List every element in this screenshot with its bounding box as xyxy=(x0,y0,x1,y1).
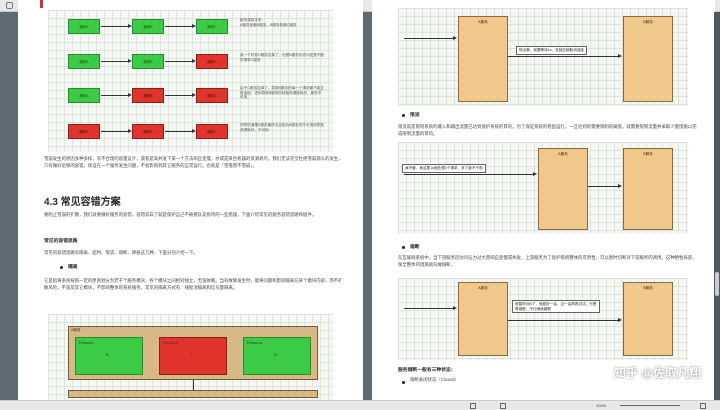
subtitle-ideas: 常见的容错思路 xyxy=(44,239,78,244)
bullet-isolation: 隔离 xyxy=(68,265,78,270)
scrollbar-thumb[interactable] xyxy=(715,272,719,296)
row2-service-c: 服务C xyxy=(196,54,228,69)
row4-note: 同样的道理A服务最终也会因为B服务的不可用而导致资源耗尽，不可用 xyxy=(240,123,324,132)
paragraph-break: 在互联网系统中，当下游服务因访问压力过大而响应变慢或失败，上游服务为了保护系统整… xyxy=(398,255,697,267)
row3-service-b: 服务B xyxy=(132,88,164,103)
menu-icon[interactable] xyxy=(6,2,13,9)
watermark: 知乎 @佐取凡翔 xyxy=(613,366,701,380)
breaker-service-a: A服务 xyxy=(458,282,508,356)
thread-b-box: Thread-b C xyxy=(159,337,227,375)
row4-service-a: 服务A xyxy=(68,124,100,139)
page-view-icon[interactable] xyxy=(470,403,476,409)
cascade-diagram: 服务A 服务B 服务C 服务调用关系： A服务依赖B服务，B服务依赖C服务 服务… xyxy=(48,10,333,152)
row4-service-b: 服务B xyxy=(132,124,164,139)
vertical-connector xyxy=(193,380,194,390)
zoom-slider[interactable] xyxy=(620,405,680,406)
timeout-label: 快点哦，我要等待1s，没回应就取消连接 xyxy=(516,46,587,55)
timeout-diagram: A服务 快点哦，我要等待1s，没回应就取消连接 B服务 xyxy=(398,8,688,106)
bullet-limit: 限流 xyxy=(410,113,420,118)
breaker-service-b: B服务 xyxy=(623,282,673,356)
status-bar: 100% xyxy=(0,400,720,410)
isolation-diagram: A服务 Thread-c B Thread-b C Thread-a D xyxy=(48,314,333,400)
row1-note: 服务调用关系： A服务依赖B服务，B服务依赖C服务 xyxy=(240,18,297,27)
row1-service-c: 服务C xyxy=(196,19,228,34)
row1-service-b: 服务B xyxy=(132,19,164,34)
row4-service-c: 服务C xyxy=(196,124,228,139)
timeout-service-a: A服务 xyxy=(458,16,508,102)
row3-note: 由于C服务挂掉了，导致B服务的每一个请求都不能正常返回，进而导致B服务的线程资源… xyxy=(240,86,325,100)
vertical-scrollbar[interactable] xyxy=(714,12,720,400)
thread-c-box: Thread-c B xyxy=(75,337,143,375)
thread-a-label: Thread-a xyxy=(246,340,263,345)
paragraph-limit: 限流就是限制系统的输入和输出流量已达到保护系统的目的。为了保证系统的稳固运行，一… xyxy=(398,124,697,136)
document-page-left: 服务A 服务B 服务C 服务调用关系： A服务依赖B服务，B服务依赖C服务 服务… xyxy=(18,0,363,400)
rate-limit-service-a: A服务 xyxy=(538,148,588,230)
paragraph-avalanche: 雪崩发生的原因多种多样，有不合理的容量设计，或者是高并发下某一个方法响应变慢，亦… xyxy=(44,156,343,168)
thread-b-label: Thread-b xyxy=(162,340,179,345)
document-page-right: A服务 快点哦，我要等待1s，没回应就取消连接 B服务 限流 限流就是限制系统的… xyxy=(372,0,715,400)
bullet-dot-break xyxy=(402,246,405,249)
row1-service-a: 服务A xyxy=(68,19,100,34)
subtitle-states: 服务熔断一般有三种状态： xyxy=(398,368,456,373)
row2-service-a: 服务A xyxy=(68,54,100,69)
bottom-bar xyxy=(68,390,318,398)
fit-width-icon[interactable] xyxy=(500,403,506,409)
paragraph-ideas: 常见的容错思路有隔离、超时、限流、熔断、降级这几种，下面分别介绍一下。 xyxy=(44,250,198,255)
thread-c-label: Thread-c xyxy=(78,340,95,345)
row3-service-a: 服务A xyxy=(68,88,100,103)
circuit-breaker-diagram: A服务 就暂停对B了，就挺好一会，过一会再再试试，行是再熔断，不行继续熔断 B服… xyxy=(398,278,688,360)
row2-note: 某一个时刻C服务挂掉了，但是B服务的访问还是不断的请求C服务 xyxy=(240,53,325,62)
paragraph-fault-tolerance: 要防止雪崩的扩散，我们就要做好服务的容错，容错说白了就是保护自己不被猪队友拖垮的… xyxy=(44,212,317,217)
service-a-label: A服务 xyxy=(71,328,81,332)
bullet-dot xyxy=(60,266,63,269)
thread-a-sub: D xyxy=(274,352,277,357)
fullscreen-icon[interactable] xyxy=(700,403,706,409)
bullet-dot-limit xyxy=(402,114,405,117)
row3-service-c: 服务C xyxy=(196,88,228,103)
timeout-service-b: B服务 xyxy=(623,16,673,102)
thread-b-sub: C xyxy=(190,352,193,357)
page-marker xyxy=(40,0,43,8)
breaker-label: 就暂停对B了，就挺好一会，过一会再再试试，行是再熔断，不行继续熔断 xyxy=(512,300,600,314)
rate-limit-label: 我不管，我这里1s就处理3个请求，多了我不干啦 xyxy=(402,164,486,173)
bullet-break: 熔断 xyxy=(410,245,420,250)
bullet-dot-state1 xyxy=(402,381,405,384)
row2-service-b: 服务B xyxy=(132,54,164,69)
thread-a-box: Thread-a D xyxy=(243,337,311,375)
rate-limit-diagram: 我不管，我这里1s就处理3个请求，多了我不干啦 A服务 B服务 xyxy=(398,142,688,234)
thread-c-sub: B xyxy=(106,352,109,357)
state-closed: 熔断关闭状态（Closed） xyxy=(410,377,459,382)
paragraph-isolation: 它是指将系统按照一定的原则划分为若干个服务模块，各个模块之间相对独立，无强依赖。… xyxy=(44,278,343,290)
service-a-container: A服务 Thread-c B Thread-b C Thread-a D xyxy=(68,326,318,380)
section-title: 4.3 常见容错方案 xyxy=(44,197,121,208)
zoom-level[interactable]: 100% xyxy=(596,403,606,408)
rate-limit-service-b: B服务 xyxy=(623,148,673,230)
